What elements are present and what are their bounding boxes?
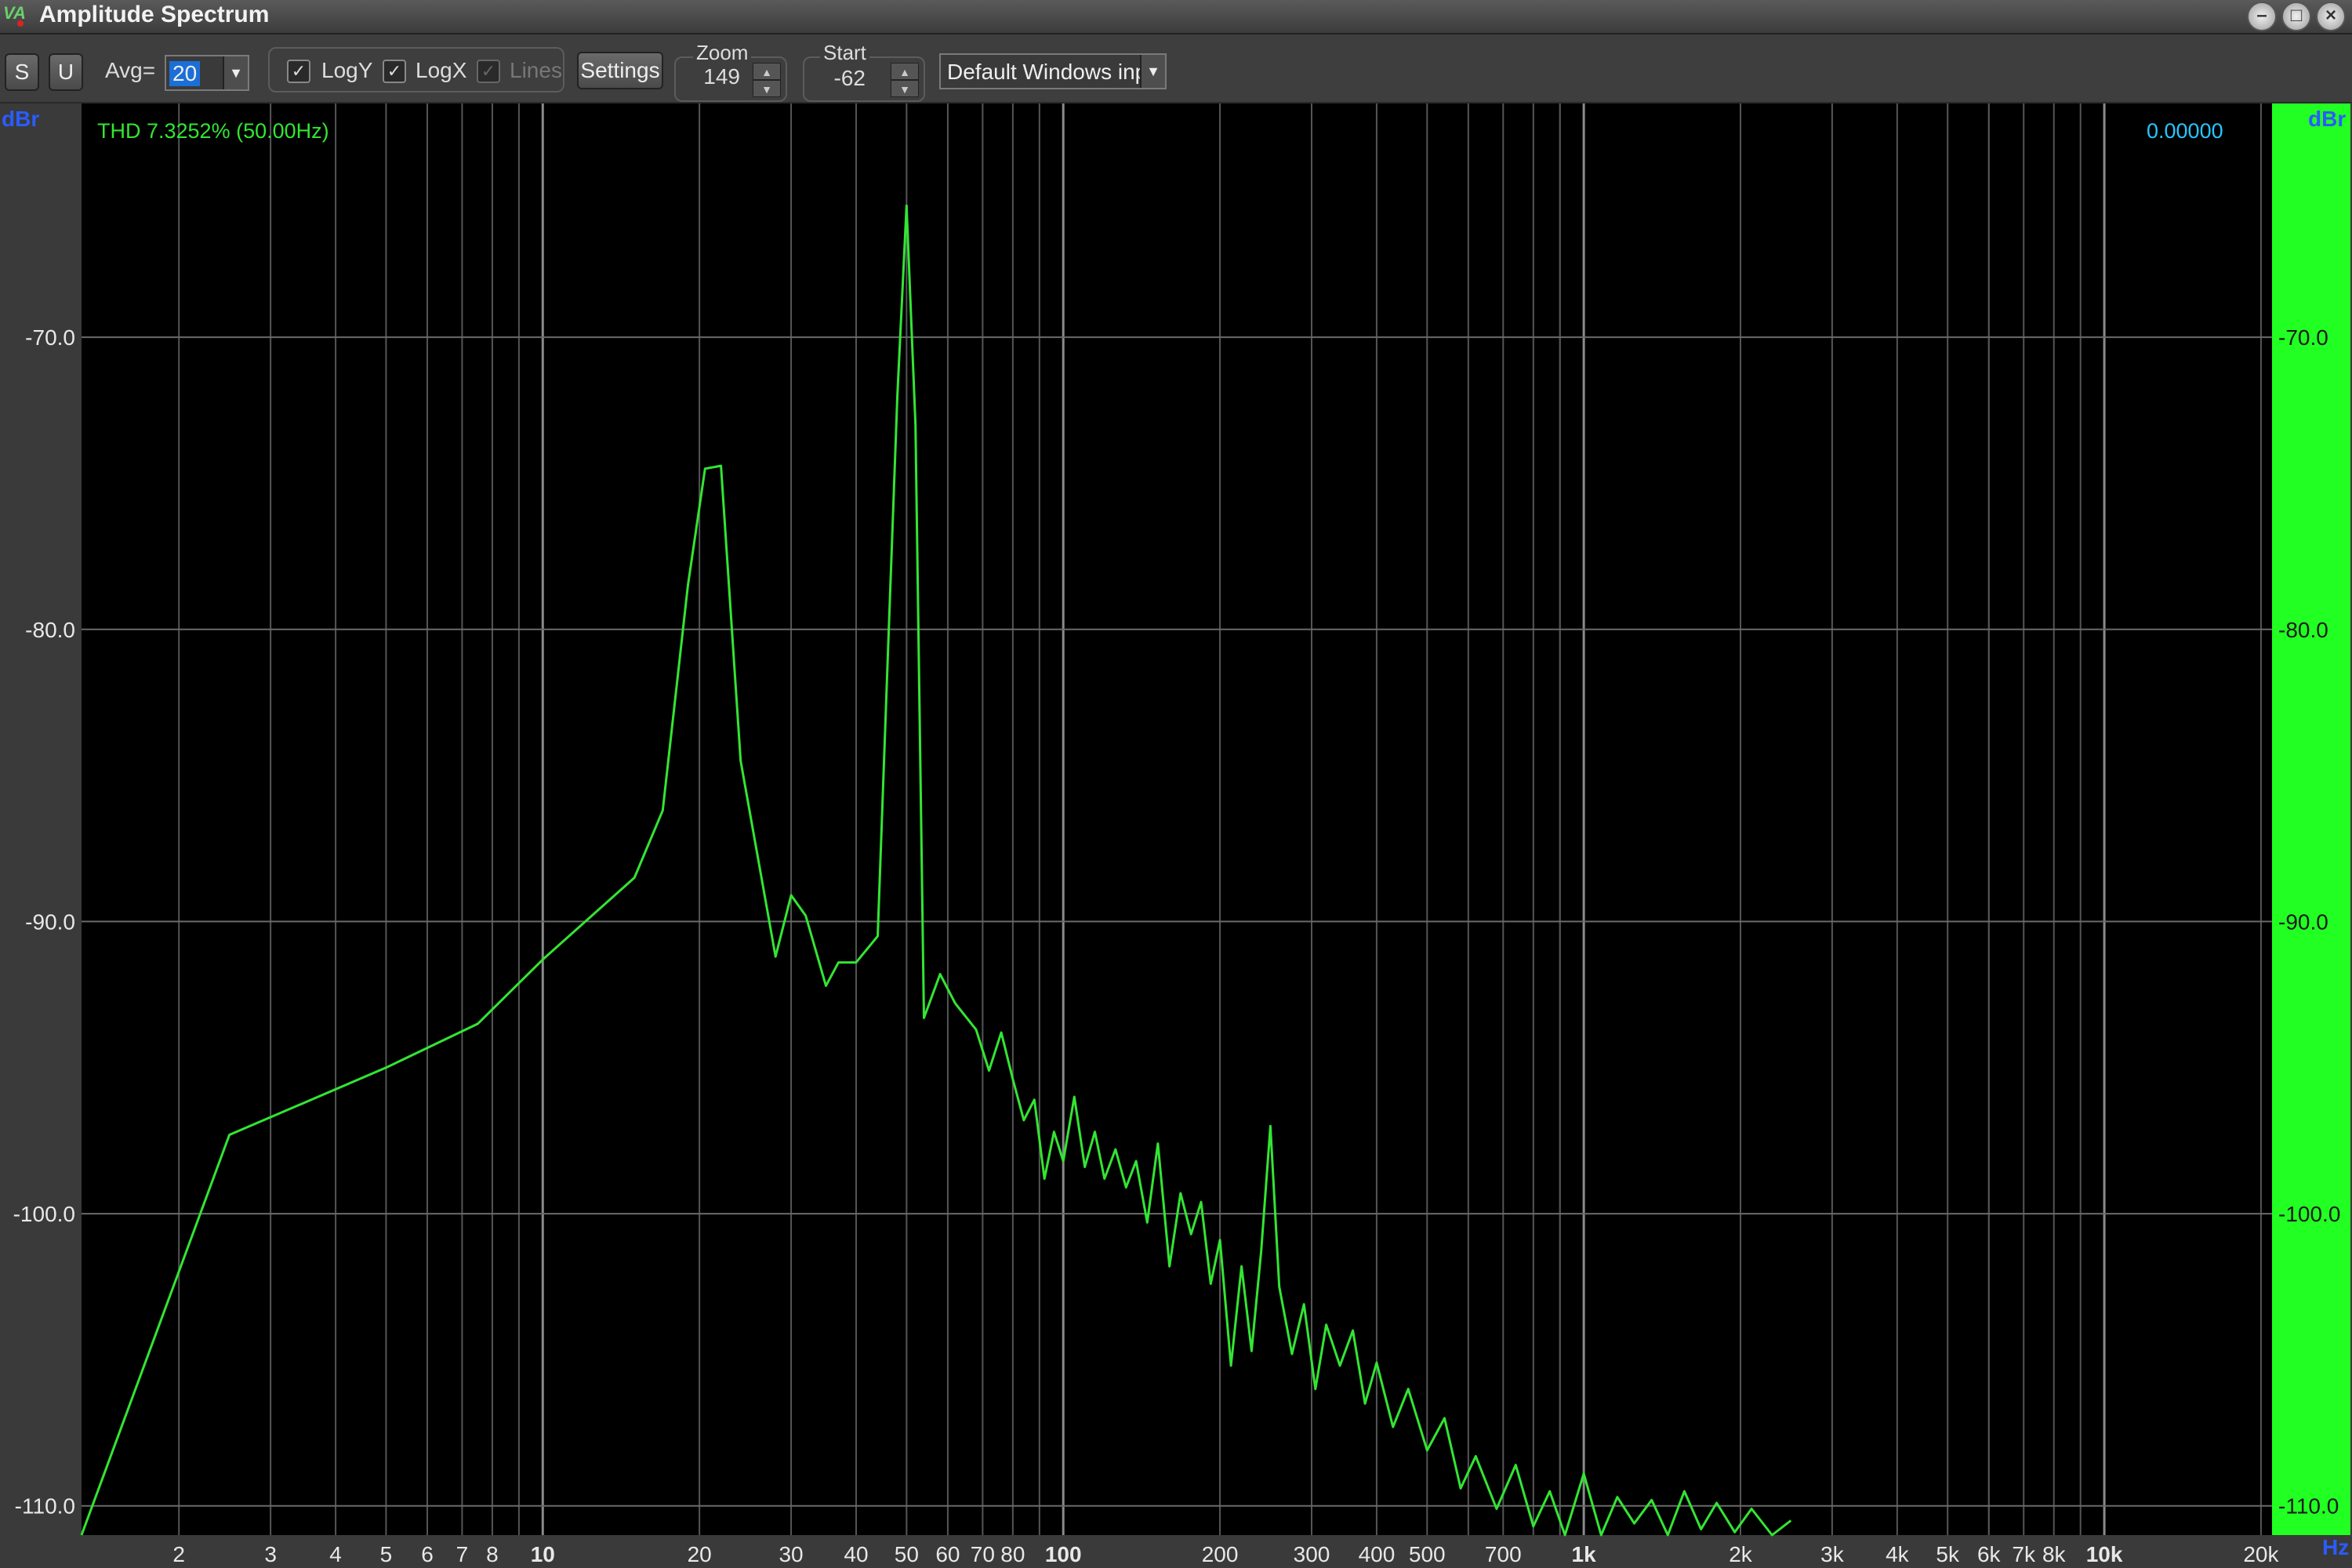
x-tick-label: 5k	[1936, 1542, 1960, 1566]
x-tick-label: 1k	[1572, 1542, 1597, 1566]
x-tick-label: 10k	[2086, 1542, 2123, 1566]
settings-button[interactable]: Settings	[577, 52, 663, 89]
spin-down-icon[interactable]: ▼	[753, 80, 781, 97]
window-function-value: Default Windows inp	[947, 60, 1143, 84]
y-tick-label-right: -90.0	[2278, 909, 2328, 934]
x-tick-label: 60	[935, 1542, 960, 1566]
start-spin-arrows[interactable]: ▲ ▼	[891, 63, 919, 97]
spectrum-chart[interactable]: 2 3 4 5 6 7 8 10 20 30 40 50 60 70 80 100 200 300 400 500 70…	[0, 103, 2352, 1568]
x-tick-label: 40	[844, 1542, 868, 1566]
x-tick-label: 2	[172, 1542, 185, 1566]
avg-select[interactable]: 20 ▼	[165, 55, 249, 91]
chevron-down-icon[interactable]: ▼	[223, 56, 248, 89]
start-caption: Start	[820, 41, 869, 65]
x-tick-label: 4k	[1886, 1542, 1910, 1566]
s-button[interactable]: S	[5, 53, 39, 91]
x-tick-label: 3	[264, 1542, 277, 1566]
x-unit: Hz	[2322, 1535, 2350, 1559]
x-tick-label: 5	[380, 1542, 393, 1566]
x-tick-label: 7k	[2012, 1542, 2036, 1566]
logx-checkbox[interactable]: ✓	[383, 60, 406, 83]
title-bar: VA Amplitude Spectrum – □ ×	[0, 0, 2352, 34]
maximize-button[interactable]: □	[2281, 2, 2311, 31]
minimize-button[interactable]: –	[2247, 2, 2277, 31]
x-tick-label: 70	[971, 1542, 995, 1566]
x-tick-label: 7	[456, 1542, 469, 1566]
x-tick-label: 4	[329, 1542, 342, 1566]
y-tick-label-left: -70.0	[25, 325, 75, 350]
y-tick-label-left: -80.0	[25, 618, 75, 642]
x-tick-label: 20k	[2243, 1542, 2279, 1566]
window-title: Amplitude Spectrum	[39, 2, 270, 27]
x-tick-label: 8	[486, 1542, 499, 1566]
window-function-select[interactable]: Default Windows inp ▼	[939, 53, 1167, 89]
spin-down-icon[interactable]: ▼	[891, 80, 919, 97]
y-tick-label-right: -100.0	[2278, 1202, 2340, 1226]
plot-frame: 2 3 4 5 6 7 8 10 20 30 40 50 60 70 80 100 200 300 400 500 70…	[0, 103, 2352, 1568]
close-button[interactable]: ×	[2316, 2, 2346, 31]
lines-checkbox[interactable]: ✓	[477, 60, 500, 83]
plot-background	[82, 103, 2272, 1535]
x-tick-label: 6	[421, 1542, 434, 1566]
x-tick-label: 80	[1000, 1542, 1025, 1566]
zoom-value[interactable]: 149	[682, 64, 740, 89]
thd-readout: THD 7.3252% (50.00Hz)	[97, 119, 329, 143]
avg-label: Avg=	[105, 58, 156, 82]
y-unit-right: dBr	[2308, 107, 2347, 131]
y-unit-left: dBr	[2, 107, 40, 131]
avg-value: 20	[169, 61, 201, 86]
x-tick-label: 3k	[1820, 1542, 1845, 1566]
y-tick-label-left: -90.0	[25, 909, 75, 934]
x-tick-label: 500	[1409, 1542, 1446, 1566]
x-tick-label: 100	[1045, 1542, 1082, 1566]
lines-label: Lines	[510, 58, 562, 82]
u-button[interactable]: U	[49, 53, 83, 91]
y-tick-label-right: -70.0	[2278, 325, 2328, 350]
start-value[interactable]: -62	[808, 66, 866, 91]
x-tick-label: 6k	[1977, 1542, 2002, 1566]
toolbar: S U Avg= 20 ▼ ✓ LogY ✓ LogX ✓ Lines Sett…	[0, 34, 2352, 103]
x-tick-label: 2k	[1729, 1542, 1753, 1566]
x-tick-label: 400	[1359, 1542, 1396, 1566]
x-tick-label: 50	[895, 1542, 919, 1566]
y-tick-label-right: -80.0	[2278, 618, 2328, 642]
zoom-spin-arrows[interactable]: ▲ ▼	[753, 63, 781, 97]
x-tick-label: 700	[1485, 1542, 1522, 1566]
x-tick-label: 30	[779, 1542, 803, 1566]
zoom-caption: Zoom	[693, 41, 752, 65]
y-tick-label-right: -110.0	[2278, 1494, 2339, 1519]
spin-up-icon[interactable]: ▲	[753, 63, 781, 80]
chevron-down-icon[interactable]: ▼	[1140, 55, 1165, 88]
logy-checkbox[interactable]: ✓	[287, 60, 310, 83]
x-tick-label: 20	[688, 1542, 712, 1566]
logx-label: LogX	[416, 58, 467, 82]
x-tick-label: 300	[1294, 1542, 1330, 1566]
x-tick-label: 8k	[2042, 1542, 2067, 1566]
logy-label: LogY	[321, 58, 373, 82]
cursor-readout: 0.00000	[2147, 119, 2223, 143]
spin-up-icon[interactable]: ▲	[891, 63, 919, 80]
y-tick-label-left: -100.0	[13, 1202, 75, 1226]
x-tick-label: 10	[531, 1542, 555, 1566]
app-icon: VA	[3, 3, 30, 30]
level-meter-bar	[2272, 103, 2350, 1535]
x-tick-label: 200	[1202, 1542, 1239, 1566]
y-tick-label-left: -110.0	[15, 1494, 75, 1519]
